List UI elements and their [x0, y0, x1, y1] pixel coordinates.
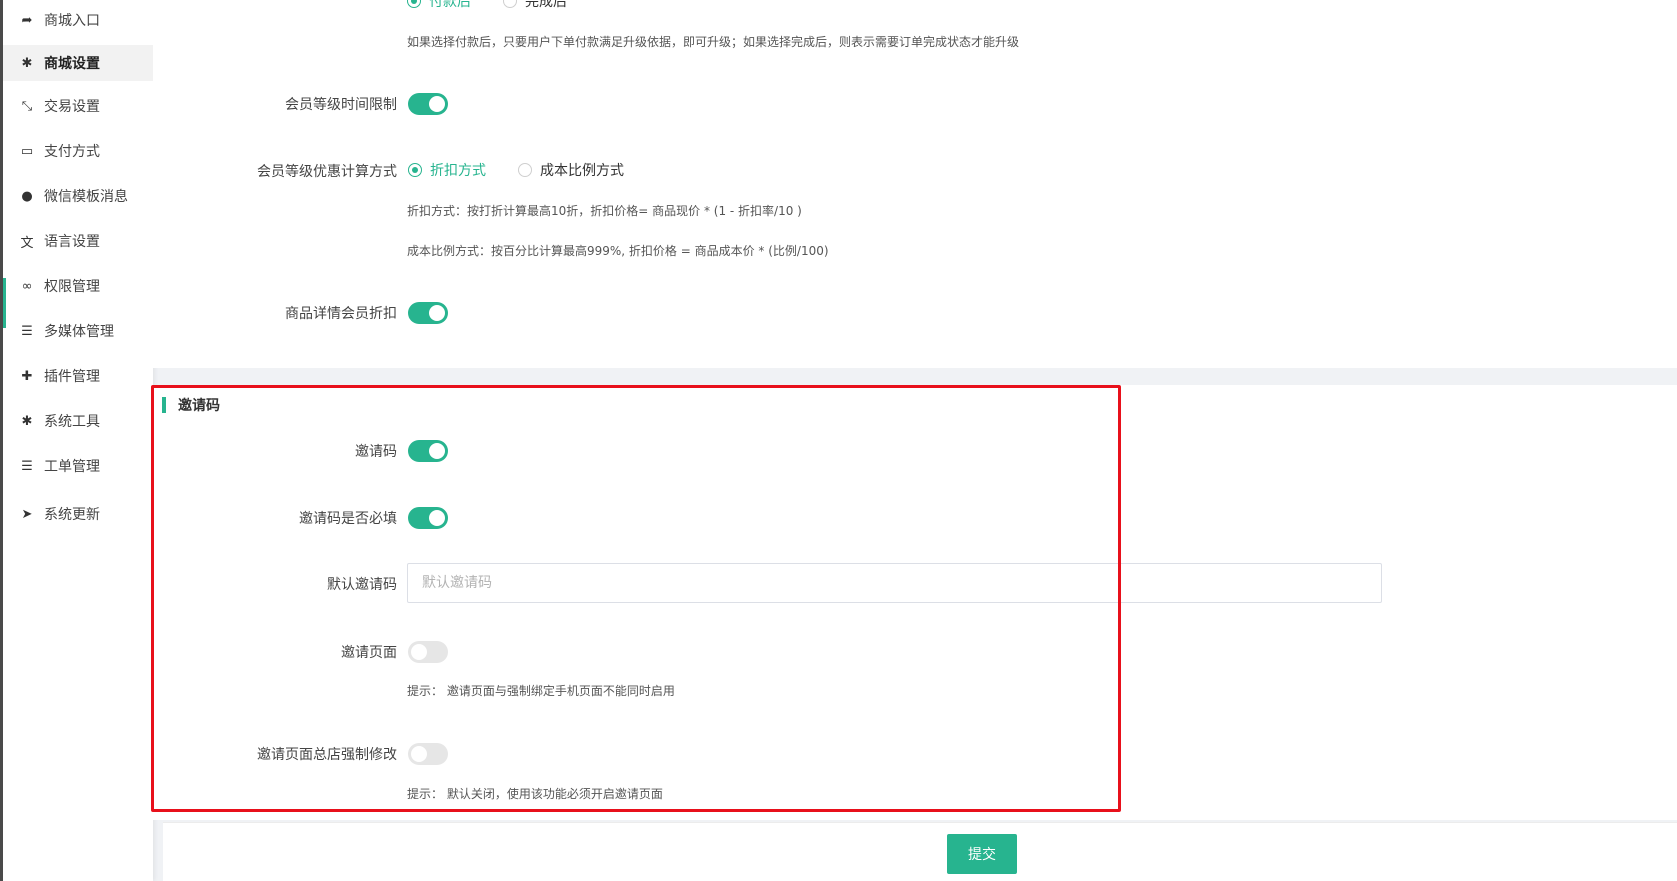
invite-page-switch[interactable]	[408, 641, 448, 663]
radio-after-completion[interactable]: 完成后	[503, 0, 567, 11]
sidebar-item-permissions[interactable]: ∞ 权限管理	[3, 268, 153, 304]
sidebar-item-label: 微信模板消息	[44, 189, 128, 205]
radio-after-payment[interactable]: 付款后	[407, 0, 471, 11]
sidebar-item-label: 系统工具	[44, 414, 100, 430]
sidebar-item-mall-settings[interactable]: ✱ 商城设置	[3, 45, 153, 81]
translate-icon: 文	[20, 235, 34, 251]
invite-required-switch[interactable]	[408, 507, 448, 529]
list-icon: ☰	[21, 323, 33, 339]
member-level-time-limit-label: 会员等级时间限制	[285, 97, 397, 113]
invite-page-force-switch[interactable]	[408, 743, 448, 765]
footer-bar	[163, 822, 1677, 881]
default-invite-code-label: 默认邀请码	[327, 577, 397, 593]
gamepad-icon: ∞	[21, 278, 33, 294]
invite-code-card: 邀请码 邀请码 邀请码是否必填 默认邀请码 邀请页面 提示： 邀请页面与强制绑定…	[153, 385, 1677, 820]
discount-calc-label: 会员等级优惠计算方式	[257, 164, 397, 180]
sidebar-item-label: 语言设置	[44, 234, 100, 250]
default-invite-code-input[interactable]	[407, 563, 1382, 603]
sidebar-item-system-update[interactable]: ➤ 系统更新	[3, 496, 153, 532]
invite-page-hint: 提示： 邀请页面与强制绑定手机页面不能同时启用	[407, 684, 675, 698]
invite-page-force-label: 邀请页面总店强制修改	[257, 747, 397, 763]
list-icon: ☰	[21, 458, 33, 474]
puzzle-icon: ✚	[21, 368, 33, 384]
section-title-text: 邀请码	[178, 398, 220, 414]
product-detail-discount-label: 商品详情会员折扣	[285, 306, 397, 322]
sidebar-item-wechat-templates[interactable]: ● 微信模板消息	[3, 178, 153, 214]
upgrade-timing-hint: 如果选择付款后，只要用户下单付款满足升级依据，即可升级；如果选择完成后，则表示需…	[407, 35, 1020, 49]
main-content: 付款后 完成后 如果选择付款后，只要用户下单付款满足升级依据，即可升级；如果选择…	[153, 0, 1677, 881]
section-title-bar	[162, 397, 166, 413]
sidebar-item-system-tools[interactable]: ✱ 系统工具	[3, 403, 153, 439]
radio-dot	[503, 0, 517, 8]
sidebar: ➦ 商城入口 ✱ 商城设置 ⤡ 交易设置 ▭ 支付方式 ● 微信模板消息 文 语…	[3, 0, 153, 881]
sidebar-item-label: 交易设置	[44, 99, 100, 115]
sidebar-item-label: 插件管理	[44, 369, 100, 385]
discount-mode-hint: 折扣方式：按打折计算最高10折，折扣价格= 商品现价 * (1 - 折扣率/10…	[407, 204, 802, 218]
cost-ratio-hint: 成本比例方式：按百分比计算最高999%, 折扣价格 = 商品成本价 * (比例/…	[407, 244, 829, 258]
sidebar-item-tickets[interactable]: ☰ 工单管理	[3, 448, 153, 484]
invite-code-label: 邀请码	[355, 444, 397, 460]
sidebar-item-trade-settings[interactable]: ⤡ 交易设置	[3, 88, 153, 124]
gear-icon: ✱	[21, 55, 33, 71]
sidebar-item-label: 商城入口	[44, 13, 100, 29]
sidebar-item-payment-methods[interactable]: ▭ 支付方式	[3, 133, 153, 169]
sidebar-item-label: 支付方式	[44, 144, 100, 160]
sidebar-item-label: 系统更新	[44, 507, 100, 523]
wechat-icon: ●	[21, 188, 33, 204]
invite-page-force-hint: 提示： 默认关闭，使用该功能必须开启邀请页面	[407, 787, 663, 801]
member-level-time-limit-switch[interactable]	[408, 93, 448, 115]
radio-label: 付款后	[429, 0, 471, 10]
radio-label: 完成后	[525, 0, 567, 10]
sidebar-item-label: 多媒体管理	[44, 324, 114, 340]
radio-dot	[408, 163, 422, 177]
gear-icon: ✱	[21, 413, 33, 429]
sidebar-item-language-settings[interactable]: 文 语言设置	[3, 223, 153, 259]
invite-code-switch[interactable]	[408, 440, 448, 462]
sidebar-item-mall-entry[interactable]: ➦ 商城入口	[3, 2, 153, 38]
radio-dot	[518, 163, 532, 177]
section-title: 邀请码	[162, 395, 220, 415]
sidebar-item-label: 商城设置	[44, 56, 100, 72]
credit-card-icon: ▭	[20, 143, 34, 159]
member-settings-card: 付款后 完成后 如果选择付款后，只要用户下单付款满足升级依据，即可升级；如果选择…	[153, 0, 1677, 368]
sidebar-item-label: 权限管理	[44, 279, 100, 295]
radio-cost-ratio-mode[interactable]: 成本比例方式	[518, 160, 624, 180]
product-detail-discount-switch[interactable]	[408, 302, 448, 324]
sidebar-item-plugins[interactable]: ✚ 插件管理	[3, 358, 153, 394]
submit-button[interactable]: 提交	[947, 834, 1017, 874]
invite-page-label: 邀请页面	[341, 645, 397, 661]
compress-arrows-icon: ⤡	[21, 98, 33, 114]
sidebar-item-label: 工单管理	[44, 459, 100, 475]
radio-label: 成本比例方式	[540, 163, 624, 179]
radio-discount-mode[interactable]: 折扣方式	[408, 160, 486, 180]
sidebar-item-media[interactable]: ☰ 多媒体管理	[3, 313, 153, 349]
paper-plane-icon: ➤	[21, 506, 33, 522]
radio-dot	[407, 0, 421, 8]
invite-required-label: 邀请码是否必填	[299, 511, 397, 527]
share-icon: ➦	[21, 12, 33, 28]
radio-label: 折扣方式	[430, 163, 486, 179]
app-root: ➦ 商城入口 ✱ 商城设置 ⤡ 交易设置 ▭ 支付方式 ● 微信模板消息 文 语…	[0, 0, 1677, 881]
